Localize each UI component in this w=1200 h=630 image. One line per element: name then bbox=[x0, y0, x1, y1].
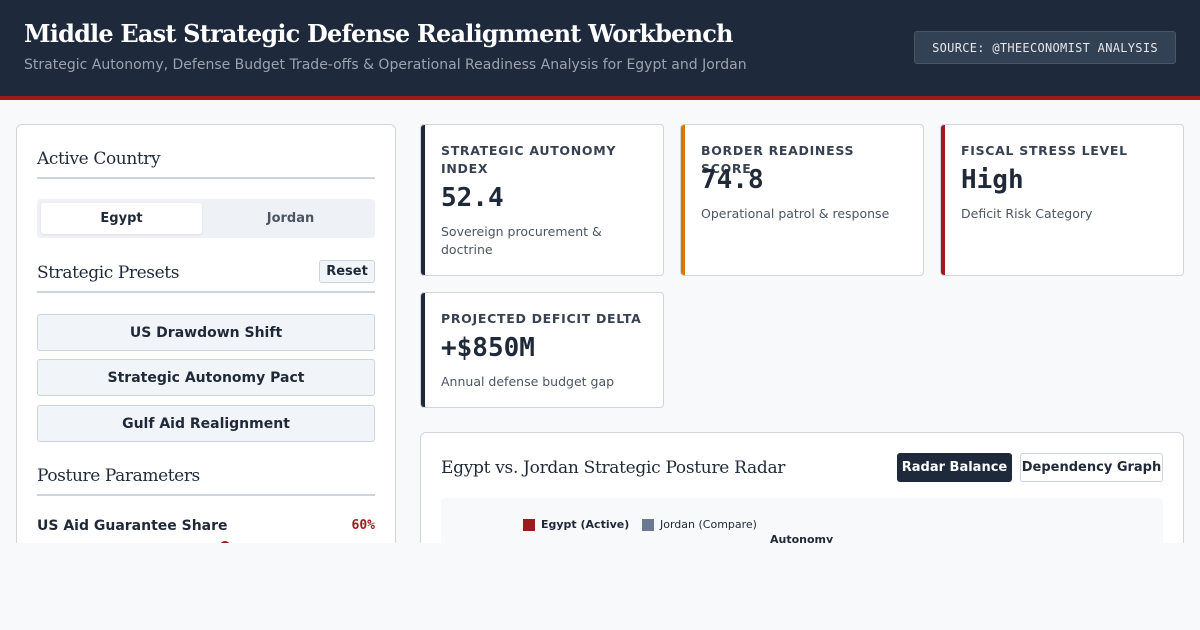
kpi-description: Annual defense budget gap bbox=[441, 374, 615, 389]
radar-axis-label-autonomy: Autonomy bbox=[770, 533, 834, 543]
presets-section-header: Strategic Presets Reset bbox=[37, 260, 375, 293]
country-option-egypt[interactable]: Egypt bbox=[41, 203, 202, 234]
kpi-card-border-readiness: BORDER READINESS SCORE 74.8 Operational … bbox=[680, 124, 924, 276]
radar-plot-area: Egypt (Active) Jordan (Compare) Autonomy bbox=[441, 498, 1163, 543]
legend-item-jordan[interactable]: Jordan (Compare) bbox=[642, 518, 757, 531]
kpi-title: PROJECTED DEFICIT DELTA bbox=[441, 311, 642, 326]
dependency-graph-button[interactable]: Dependency Graph bbox=[1020, 453, 1163, 482]
kpi-accent-bar bbox=[941, 125, 945, 275]
page-title: Middle East Strategic Defense Realignmen… bbox=[24, 19, 734, 48]
country-option-jordan[interactable]: Jordan bbox=[210, 203, 371, 234]
presets-heading: Strategic Presets bbox=[37, 263, 180, 283]
preset-us-drawdown-button[interactable]: US Drawdown Shift bbox=[37, 314, 375, 351]
country-toggle: Egypt Jordan bbox=[37, 199, 375, 238]
radar-title: Egypt vs. Jordan Strategic Posture Radar bbox=[441, 458, 786, 478]
radar-panel: Egypt vs. Jordan Strategic Posture Radar… bbox=[420, 432, 1184, 543]
us-aid-share-slider-thumb[interactable] bbox=[220, 541, 230, 543]
us-aid-share-label: US Aid Guarantee Share bbox=[37, 518, 228, 534]
legend-item-egypt[interactable]: Egypt (Active) bbox=[523, 518, 629, 531]
kpi-value: 52.4 bbox=[441, 183, 504, 213]
kpi-accent-bar bbox=[421, 125, 425, 275]
kpi-value: High bbox=[961, 165, 1024, 195]
legend-label-jordan: Jordan (Compare) bbox=[660, 518, 757, 531]
kpi-accent-bar bbox=[681, 125, 685, 275]
country-heading: Active Country bbox=[37, 149, 161, 169]
us-aid-share-value: 60% bbox=[351, 518, 375, 533]
kpi-value: 74.8 bbox=[701, 165, 764, 195]
kpi-value: +$850M bbox=[441, 333, 535, 363]
params-heading: Posture Parameters bbox=[37, 466, 200, 486]
page-subtitle: Strategic Autonomy, Defense Budget Trade… bbox=[24, 57, 747, 73]
kpi-description: Deficit Risk Category bbox=[961, 206, 1093, 221]
preset-strategic-autonomy-button[interactable]: Strategic Autonomy Pact bbox=[37, 359, 375, 396]
app-header: Middle East Strategic Defense Realignmen… bbox=[0, 0, 1200, 100]
kpi-description: Sovereign procurement & doctrine bbox=[441, 224, 602, 257]
kpi-accent-bar bbox=[421, 293, 425, 407]
kpi-description: Operational patrol & response bbox=[701, 206, 890, 221]
legend-label-egypt: Egypt (Active) bbox=[541, 518, 630, 531]
kpi-title: FISCAL STRESS LEVEL bbox=[961, 143, 1128, 158]
reset-button[interactable]: Reset bbox=[319, 260, 375, 283]
kpi-title: STRATEGIC AUTONOMY INDEX bbox=[441, 143, 617, 176]
source-badge: SOURCE: @THEECONOMIST ANALYSIS bbox=[914, 31, 1176, 64]
params-section-header: Posture Parameters bbox=[37, 466, 375, 496]
preset-gulf-aid-button[interactable]: Gulf Aid Realignment bbox=[37, 405, 375, 442]
kpi-card-autonomy: STRATEGIC AUTONOMY INDEX 52.4 Sovereign … bbox=[420, 124, 664, 276]
legend-swatch-jordan bbox=[642, 518, 654, 531]
control-sidebar: Active Country Egypt Jordan Strategic Pr… bbox=[16, 124, 396, 543]
kpi-card-deficit-delta: PROJECTED DEFICIT DELTA +$850M Annual de… bbox=[420, 292, 664, 408]
radar-balance-button[interactable]: Radar Balance bbox=[897, 453, 1012, 482]
kpi-card-fiscal-stress: FISCAL STRESS LEVEL High Deficit Risk Ca… bbox=[940, 124, 1184, 276]
legend-swatch-egypt bbox=[523, 518, 535, 531]
country-section-header: Active Country bbox=[37, 149, 375, 179]
